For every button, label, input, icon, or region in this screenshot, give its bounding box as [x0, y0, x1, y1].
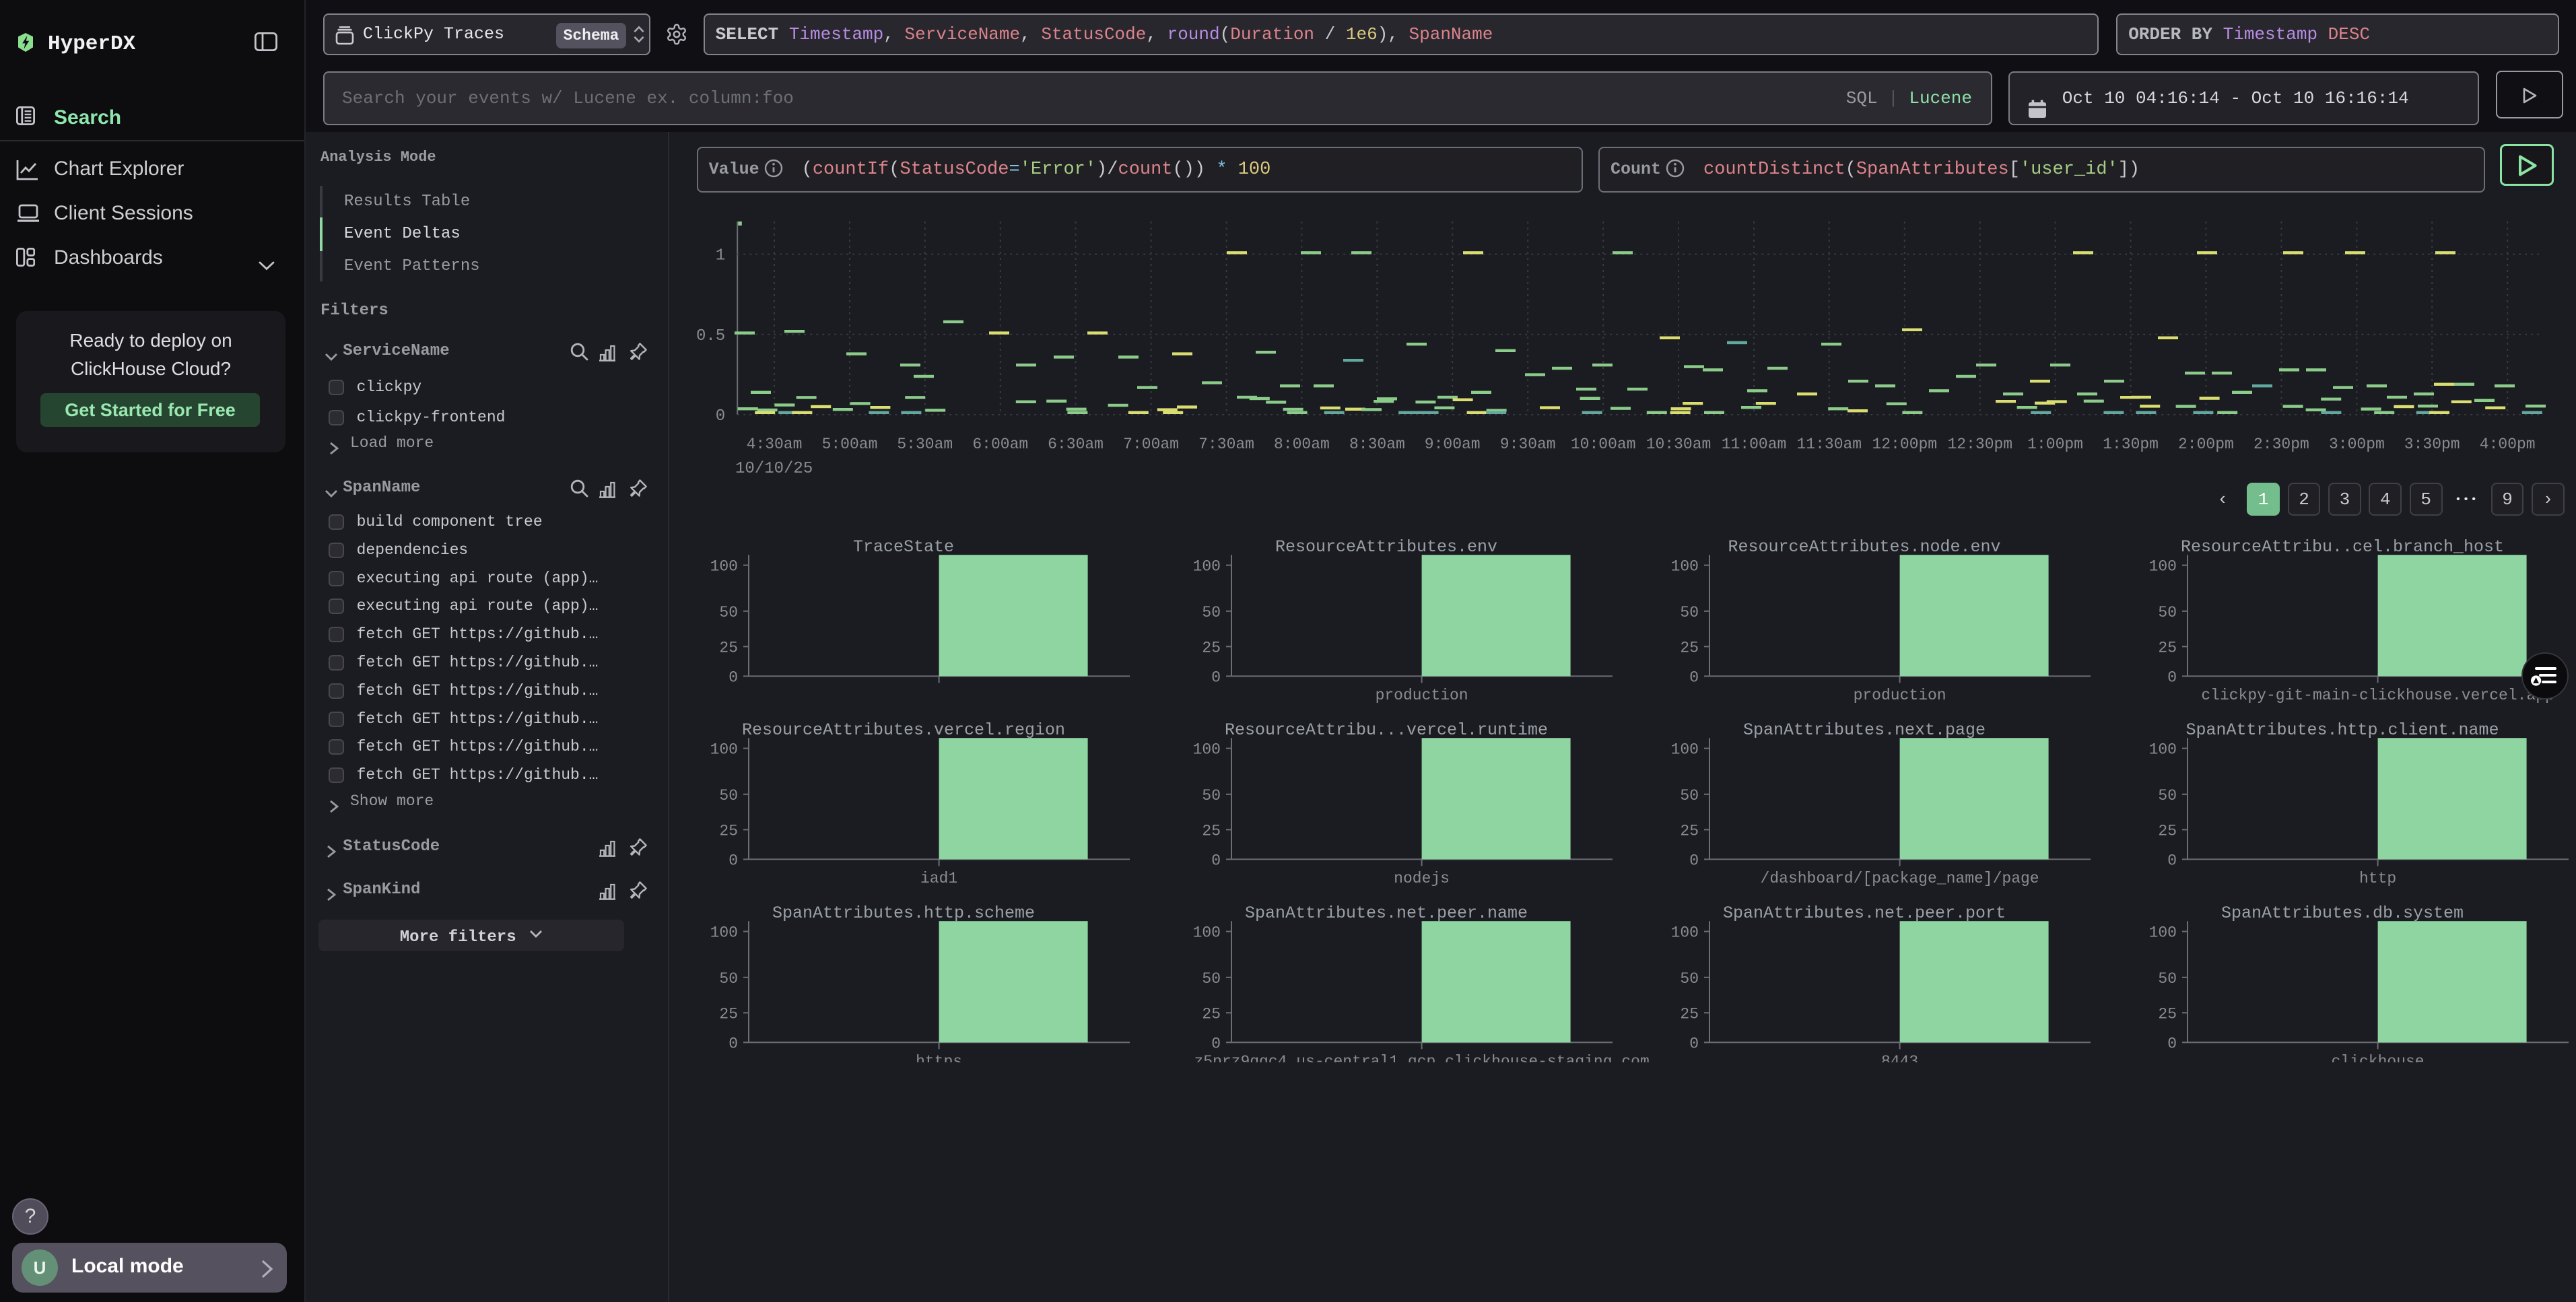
svg-text:11:30am: 11:30am — [1796, 436, 1862, 453]
svg-text:0: 0 — [1211, 852, 1221, 869]
svg-text:100: 100 — [1193, 924, 1221, 942]
svg-text:iad1: iad1 — [920, 870, 957, 887]
svg-text:100: 100 — [1193, 558, 1221, 576]
svg-text:10:30am: 10:30am — [1646, 436, 1711, 453]
svg-text:0: 0 — [1689, 1035, 1699, 1052]
svg-text:3:30pm: 3:30pm — [2404, 436, 2460, 453]
svg-text:0: 0 — [728, 669, 738, 686]
svg-text:5:00am: 5:00am — [822, 436, 878, 453]
svg-text:100: 100 — [710, 741, 738, 759]
svg-text:0.5: 0.5 — [696, 327, 725, 345]
svg-text:50: 50 — [719, 787, 738, 804]
svg-text:50: 50 — [1680, 970, 1699, 988]
svg-text:8443: 8443 — [1881, 1053, 1918, 1062]
svg-text:clickpy-git-main-clickhouse.ve: clickpy-git-main-clickhouse.vercel.app — [2201, 687, 2554, 704]
svg-text:ResourceAttributes.node.env: ResourceAttributes.node.env — [1728, 537, 2000, 557]
svg-text:SpanAttributes.net.peer.port: SpanAttributes.net.peer.port — [1723, 903, 2006, 923]
svg-text:8:00am: 8:00am — [1274, 436, 1330, 453]
svg-text:11:00am: 11:00am — [1722, 436, 1787, 453]
svg-text:100: 100 — [2149, 558, 2177, 576]
svg-text:12:30pm: 12:30pm — [1947, 436, 2012, 453]
svg-text:100: 100 — [1671, 558, 1699, 576]
svg-text:0: 0 — [1689, 669, 1699, 686]
svg-text:3:00pm: 3:00pm — [2329, 436, 2385, 453]
svg-text:ResourceAttribu...vercel.runti: ResourceAttribu...vercel.runtime — [1225, 720, 1548, 740]
svg-text:production: production — [1376, 687, 1468, 704]
svg-text:ResourceAttribu..cel.branch_ho: ResourceAttribu..cel.branch_host — [2181, 537, 2504, 557]
svg-text:6:00am: 6:00am — [972, 436, 1028, 453]
svg-text:SpanAttributes.http.scheme: SpanAttributes.http.scheme — [772, 903, 1035, 923]
svg-text:25: 25 — [1680, 1005, 1699, 1023]
svg-text:25: 25 — [1202, 1005, 1221, 1023]
svg-text:production: production — [1854, 687, 1946, 704]
svg-text:50: 50 — [1680, 787, 1699, 804]
svg-text:7:30am: 7:30am — [1198, 436, 1254, 453]
svg-text:10/10/25: 10/10/25 — [735, 460, 813, 478]
svg-text:100: 100 — [1671, 741, 1699, 759]
svg-text:100: 100 — [710, 924, 738, 942]
svg-text:https: https — [916, 1053, 962, 1062]
svg-text:9:00am: 9:00am — [1425, 436, 1481, 453]
svg-text:0: 0 — [2167, 669, 2177, 686]
svg-text:100: 100 — [2149, 741, 2177, 759]
svg-text:100: 100 — [1671, 924, 1699, 942]
svg-text:25: 25 — [2158, 822, 2177, 840]
svg-text:SpanAttributes.http.client.nam: SpanAttributes.http.client.name — [2185, 720, 2499, 740]
svg-text:9:30am: 9:30am — [1500, 436, 1556, 453]
svg-text:SpanAttributes.net.peer.name: SpanAttributes.net.peer.name — [1245, 903, 1528, 923]
svg-text:25: 25 — [1202, 639, 1221, 656]
svg-text:50: 50 — [719, 604, 738, 621]
svg-text:nodejs: nodejs — [1394, 870, 1450, 887]
svg-text:6:30am: 6:30am — [1048, 436, 1104, 453]
svg-text:25: 25 — [719, 639, 738, 656]
svg-text:100: 100 — [1193, 741, 1221, 759]
svg-text:25: 25 — [1680, 822, 1699, 840]
svg-text:z5prz9ggc4.us-central1.gcp.cli: z5prz9ggc4.us-central1.gcp.clickhouse-st… — [1194, 1053, 1649, 1062]
svg-text:100: 100 — [2149, 924, 2177, 942]
svg-text:25: 25 — [1680, 639, 1699, 656]
svg-text:1: 1 — [716, 247, 725, 265]
svg-text:50: 50 — [1202, 970, 1221, 988]
svg-text:50: 50 — [1202, 787, 1221, 804]
svg-text:25: 25 — [2158, 639, 2177, 656]
svg-text:50: 50 — [2158, 970, 2177, 988]
svg-text:5:30am: 5:30am — [897, 436, 953, 453]
svg-text:0: 0 — [728, 1035, 738, 1052]
svg-text:0: 0 — [1689, 852, 1699, 869]
svg-text:0: 0 — [2167, 1035, 2177, 1052]
svg-text:8:30am: 8:30am — [1349, 436, 1405, 453]
svg-text:10:00am: 10:00am — [1571, 436, 1636, 453]
svg-text:50: 50 — [719, 970, 738, 988]
svg-text:0: 0 — [1211, 1035, 1221, 1052]
svg-text:SpanAttributes.db.system: SpanAttributes.db.system — [2221, 903, 2464, 923]
svg-text:7:00am: 7:00am — [1123, 436, 1179, 453]
svg-text:25: 25 — [2158, 1005, 2177, 1023]
svg-text:1:00pm: 1:00pm — [2027, 436, 2083, 453]
svg-text:0: 0 — [1211, 669, 1221, 686]
svg-text:0: 0 — [2167, 852, 2177, 869]
svg-text:25: 25 — [719, 1005, 738, 1023]
svg-text:4:30am: 4:30am — [747, 436, 803, 453]
svg-text:50: 50 — [1680, 604, 1699, 621]
svg-text:TraceState: TraceState — [853, 537, 954, 557]
svg-text:clickhouse: clickhouse — [2332, 1053, 2425, 1062]
svg-text:12:00pm: 12:00pm — [1872, 436, 1937, 453]
svg-text:50: 50 — [1202, 604, 1221, 621]
svg-text:25: 25 — [719, 822, 738, 840]
svg-text:2:00pm: 2:00pm — [2178, 436, 2234, 453]
svg-text:http: http — [2359, 870, 2396, 887]
svg-text:1:30pm: 1:30pm — [2103, 436, 2159, 453]
svg-text:0: 0 — [728, 852, 738, 869]
svg-text:100: 100 — [710, 558, 738, 576]
svg-text:0: 0 — [716, 407, 725, 425]
svg-text:/dashboard/[package_name]/page: /dashboard/[package_name]/page — [1761, 870, 2039, 887]
svg-text:ResourceAttributes.env: ResourceAttributes.env — [1275, 537, 1497, 557]
svg-text:4:00pm: 4:00pm — [2480, 436, 2536, 453]
svg-text:2:30pm: 2:30pm — [2253, 436, 2309, 453]
svg-text:ResourceAttributes.vercel.regi: ResourceAttributes.vercel.region — [742, 720, 1065, 740]
svg-text:SpanAttributes.next.page: SpanAttributes.next.page — [1743, 720, 1986, 740]
svg-text:50: 50 — [2158, 787, 2177, 804]
svg-text:50: 50 — [2158, 604, 2177, 621]
svg-text:25: 25 — [1202, 822, 1221, 840]
